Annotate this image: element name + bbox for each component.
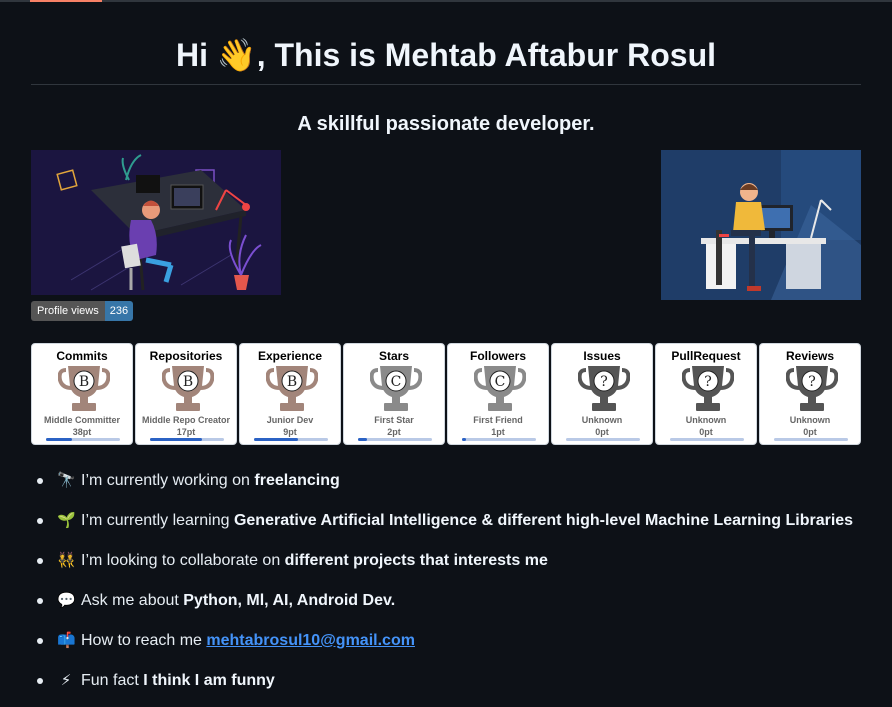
list-item-highlight: Python, Ml, AI, Android Dev. bbox=[183, 592, 396, 609]
trophy-title: Reviews bbox=[785, 349, 835, 363]
trophy-rank-name: First Star bbox=[374, 415, 414, 425]
dancers-icon: 👯 bbox=[57, 552, 76, 569]
email-link[interactable]: mehtabrosul10@gmail.com bbox=[206, 632, 415, 649]
top-tab-bar bbox=[0, 0, 892, 2]
list-item: 🔭 I’m currently working on freelancing bbox=[37, 462, 892, 502]
profile-views-badge: Profile views 236 bbox=[31, 301, 134, 321]
trophy-rank-name: Middle Repo Creator bbox=[141, 415, 230, 425]
list-item-text: How to reach me bbox=[81, 632, 207, 649]
developer-at-computer-illustration bbox=[661, 150, 861, 300]
list-item-text: I’m currently learning bbox=[81, 512, 234, 529]
trophy-progress-bar bbox=[358, 438, 432, 441]
trophy-rank: B bbox=[287, 374, 297, 390]
trophy-card: PullRequest? Unknown 0pt bbox=[655, 343, 757, 445]
trophy-cup-icon: ? bbox=[577, 364, 631, 412]
seedling-icon: 🌱 bbox=[57, 512, 76, 529]
trophy-card: Stars C First Star 2pt bbox=[343, 343, 445, 445]
trophy-rank-name: First Friend bbox=[473, 415, 523, 425]
trophy-title: Experience bbox=[257, 349, 323, 363]
list-item: ⚡ Fun fact I think I am funny bbox=[37, 662, 892, 702]
list-item: 👯 I’m looking to collaborate on different… bbox=[37, 542, 892, 582]
trophy-rank: C bbox=[495, 374, 506, 390]
list-item-highlight: different projects that interests me bbox=[284, 552, 548, 569]
trophy-points: 0pt bbox=[699, 427, 713, 437]
about-me-list: 🔭 I’m currently working on freelancing 🌱 I’… bbox=[31, 462, 892, 702]
trophy-progress-fill bbox=[254, 438, 299, 441]
list-item-text: I’m currently working on bbox=[81, 472, 255, 489]
trophy-title: Followers bbox=[469, 349, 526, 363]
trophy-progress-fill bbox=[358, 438, 367, 441]
lightning-icon: ⚡ bbox=[60, 672, 72, 689]
trophy-cup-icon: ? bbox=[785, 364, 839, 412]
trophy-progress-fill bbox=[462, 438, 466, 441]
trophy-cup-icon: C bbox=[369, 364, 423, 412]
list-item-text: Fun fact bbox=[81, 672, 144, 689]
trophy-rank: C bbox=[391, 374, 402, 390]
page-title: Hi 👋, This is Mehtab Aftabur Rosul bbox=[31, 30, 861, 85]
trophy-card: Repositories B Middle Repo Creator 17pt bbox=[135, 343, 237, 445]
trophy-points: 0pt bbox=[595, 427, 609, 437]
speech-bubble-icon: 💬 bbox=[57, 592, 76, 609]
trophy-points: 1pt bbox=[491, 427, 505, 437]
trophy-title: Stars bbox=[378, 349, 410, 363]
trophy-progress-bar bbox=[46, 438, 120, 441]
trophy-cup-icon: C bbox=[473, 364, 527, 412]
trophy-rank: B bbox=[79, 374, 89, 390]
trophy-rank-name: Junior Dev bbox=[266, 415, 314, 425]
trophy-rank-name: Unknown bbox=[685, 415, 727, 425]
trophy-progress-fill bbox=[150, 438, 202, 441]
trophy-card: Commits B Middle Committer 38pt bbox=[31, 343, 133, 445]
list-item: 🌱 I’m currently learning Generative Artif… bbox=[37, 502, 892, 542]
trophy-progress-bar bbox=[566, 438, 640, 441]
list-item-text: Ask me about bbox=[81, 592, 184, 609]
trophy-rank-name: Middle Committer bbox=[43, 415, 120, 425]
trophy-cup-icon: ? bbox=[681, 364, 735, 412]
active-tab-indicator bbox=[30, 0, 102, 2]
trophy-points: 2pt bbox=[387, 427, 401, 437]
trophy-rank: B bbox=[183, 374, 193, 390]
trophy-cup-icon: B bbox=[265, 364, 319, 412]
trophy-title: Issues bbox=[583, 349, 621, 363]
trophy-progress-bar bbox=[774, 438, 848, 441]
trophy-rank: ? bbox=[600, 374, 608, 390]
trophy-card: Reviews? Unknown 0pt bbox=[759, 343, 861, 445]
trophy-points: 9pt bbox=[283, 427, 297, 437]
trophy-title: Repositories bbox=[149, 349, 223, 363]
trophy-points: 0pt bbox=[803, 427, 817, 437]
trophy-progress-bar bbox=[462, 438, 536, 441]
list-item-text: I’m looking to collaborate on bbox=[81, 552, 285, 569]
trophy-points: 17pt bbox=[176, 427, 196, 437]
trophy-title: Commits bbox=[56, 349, 108, 363]
trophy-progress-bar bbox=[670, 438, 744, 441]
telescope-icon: 🔭 bbox=[57, 472, 76, 489]
trophy-progress-bar bbox=[254, 438, 328, 441]
trophy-card: Followers C First Friend 1pt bbox=[447, 343, 549, 445]
trophy-rank-name: Unknown bbox=[789, 415, 831, 425]
trophy-card: Experience B Junior Dev 9pt bbox=[239, 343, 341, 445]
trophy-points: 38pt bbox=[72, 427, 92, 437]
list-item-highlight: freelancing bbox=[254, 472, 340, 489]
list-item-highlight: Generative Artificial Intelligence & dif… bbox=[233, 512, 854, 529]
trophy-rank: ? bbox=[704, 374, 712, 390]
developer-at-desk-illustration bbox=[31, 150, 281, 295]
trophy-progress-fill bbox=[46, 438, 72, 441]
page-subtitle: A skillful passionate developer. bbox=[297, 113, 595, 135]
trophy-cup-icon: B bbox=[161, 364, 215, 412]
list-item: 📫 How to reach me mehtabrosul10@gmail.com bbox=[37, 622, 892, 662]
trophy-rank-name: Unknown bbox=[581, 415, 623, 425]
github-trophies: Commits B Middle Committer 38pt Repositories… bbox=[31, 343, 861, 447]
profile-views-count: 236 bbox=[104, 301, 134, 321]
trophy-card: Issues? Unknown 0pt bbox=[551, 343, 653, 445]
profile-views-label: Profile views bbox=[31, 301, 105, 321]
trophy-progress-bar bbox=[150, 438, 224, 441]
list-item-highlight: I think I am funny bbox=[143, 672, 275, 689]
trophy-cup-icon: B bbox=[57, 364, 111, 412]
trophy-title: PullRequest bbox=[671, 349, 741, 363]
list-item: 💬 Ask me about Python, Ml, AI, Android De… bbox=[37, 582, 892, 622]
readme-page: Hi 👋, This is Mehtab Aftabur Rosul A ski… bbox=[0, 0, 892, 707]
trophy-rank: ? bbox=[808, 374, 816, 390]
mailbox-icon: 📫 bbox=[57, 632, 76, 649]
